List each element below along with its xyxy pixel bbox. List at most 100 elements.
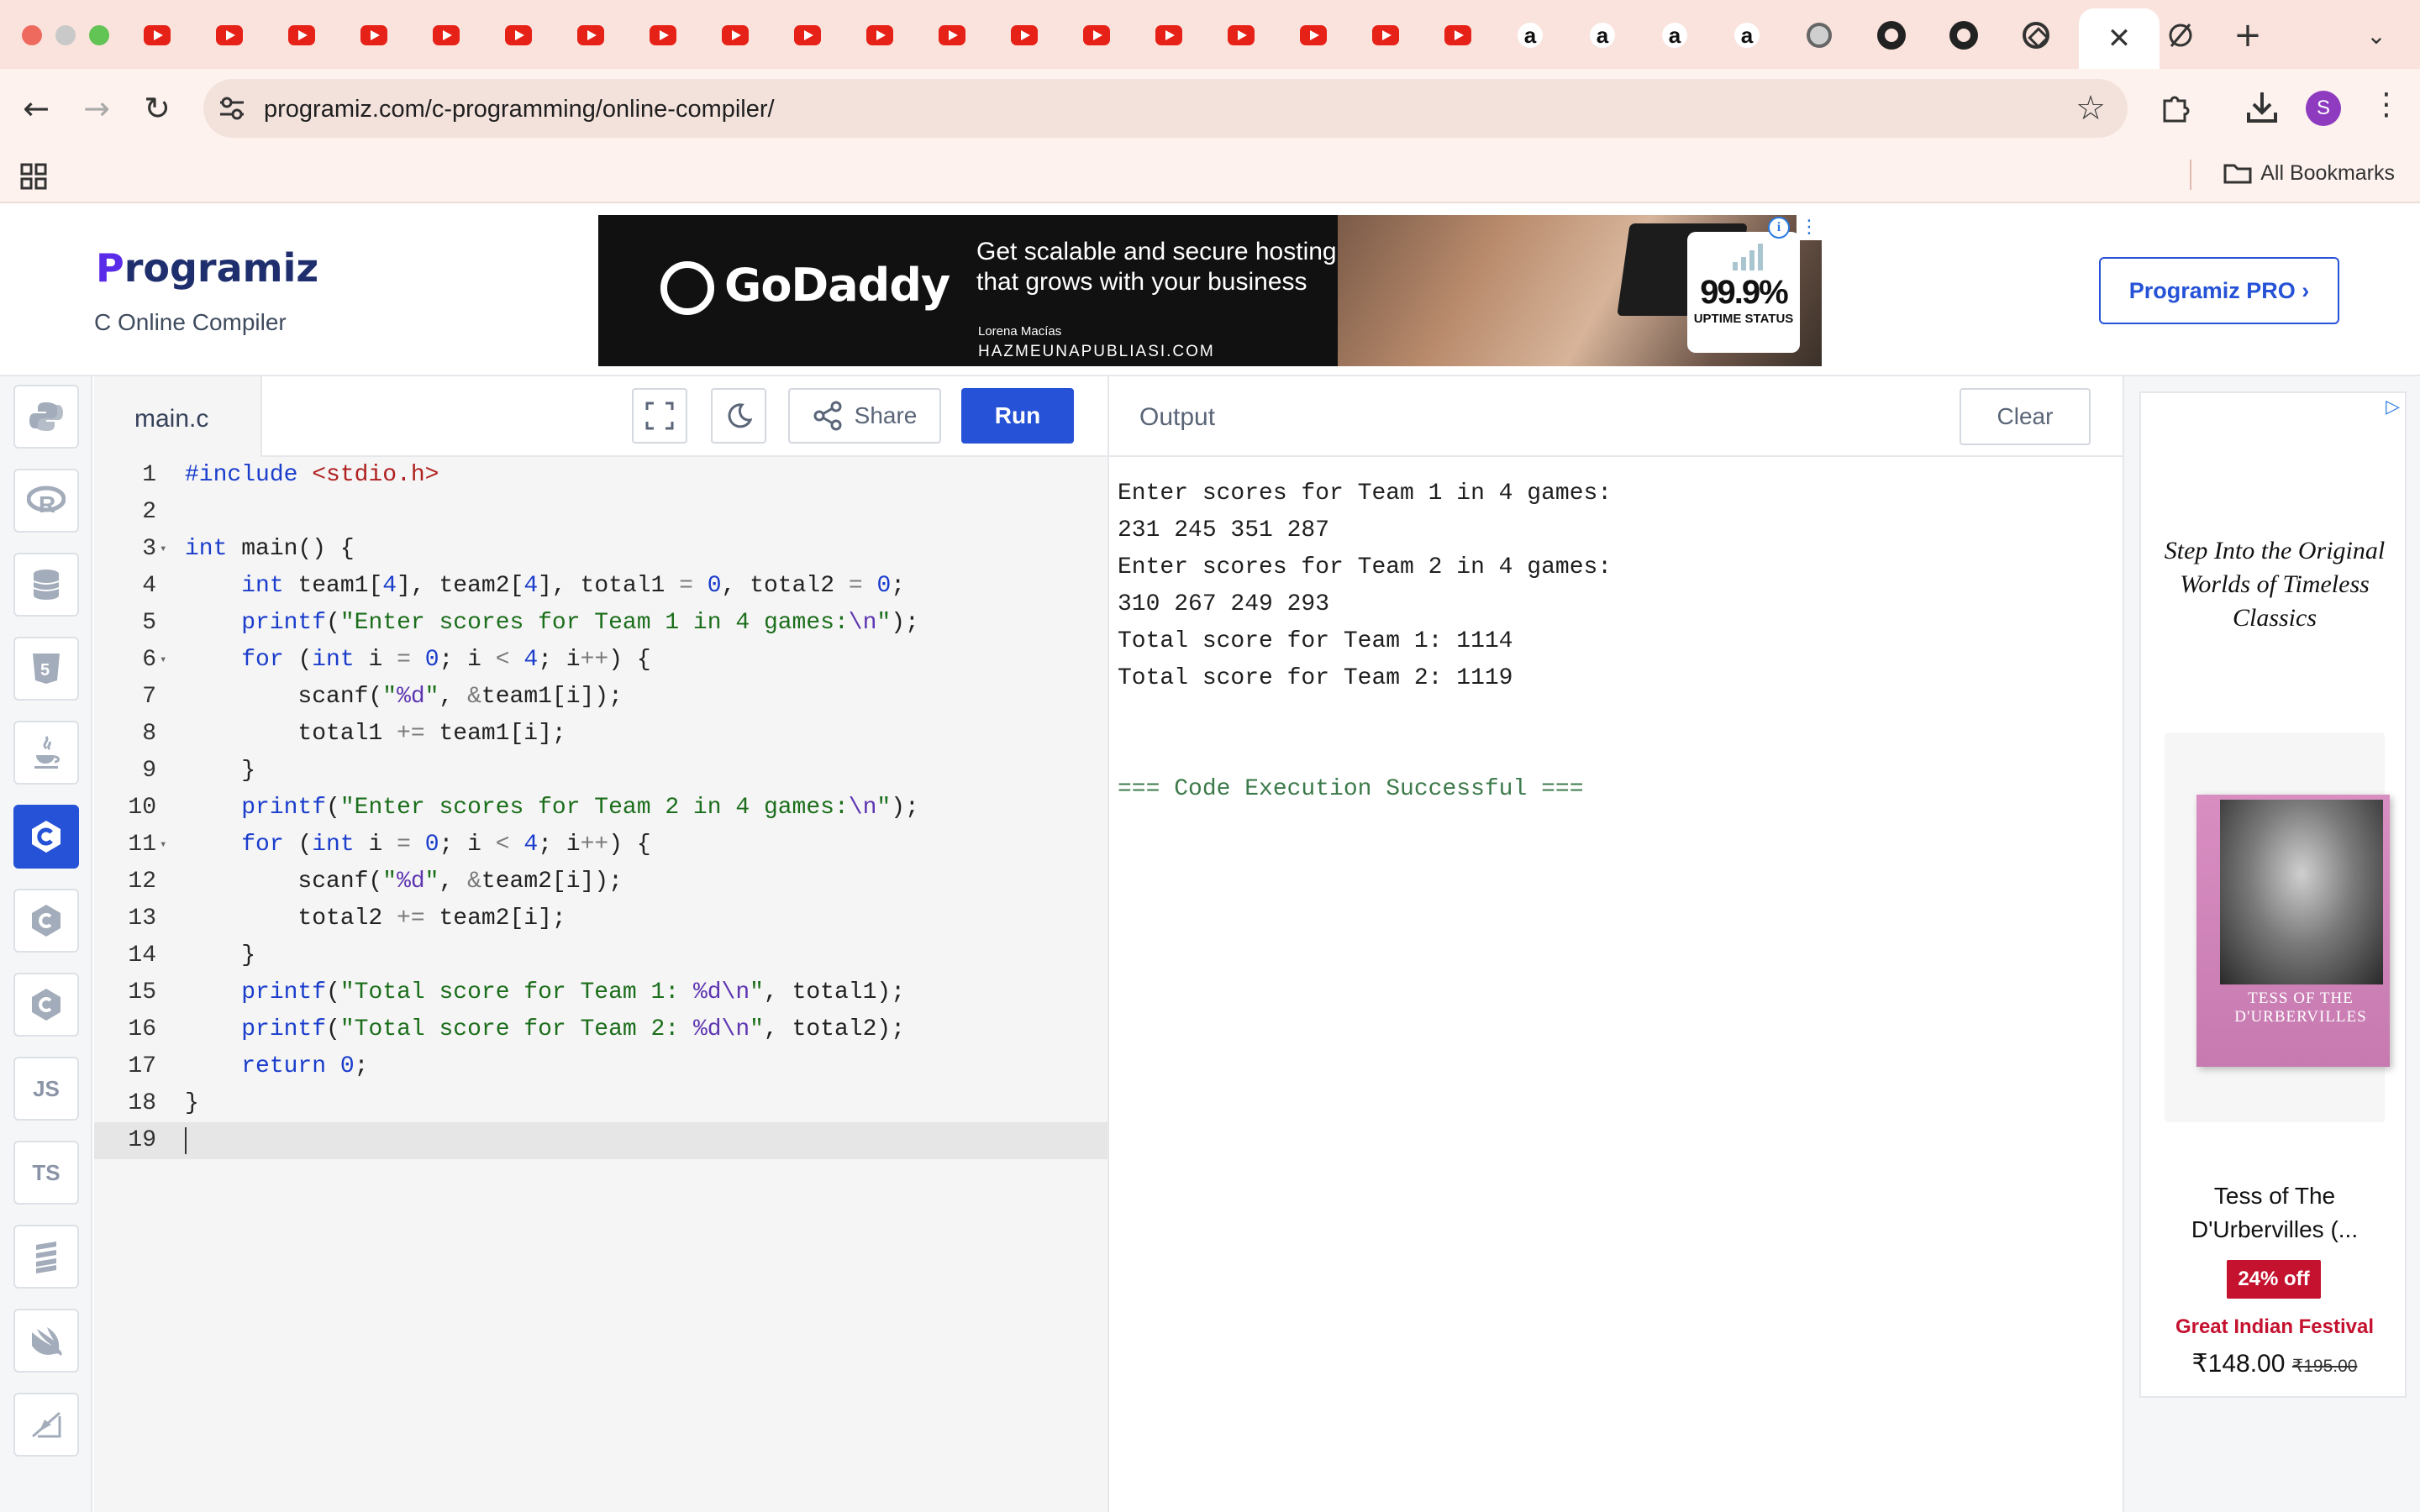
code-line[interactable]: 4 int team1[4], team2[4], total1 = 0, to…	[94, 568, 1107, 605]
youtube-icon	[1372, 25, 1399, 45]
book-cover-portrait	[2220, 800, 2383, 984]
fold-arrow-icon[interactable]: ▾	[160, 642, 166, 679]
code-line[interactable]: 1 #include <stdio.h>	[94, 457, 1107, 494]
lang-cpp-button[interactable]	[13, 889, 79, 953]
close-tab-icon[interactable]: ✕	[2107, 22, 2132, 55]
ad-info-icon[interactable]: i	[1768, 217, 1790, 239]
window-minimize-button[interactable]	[55, 25, 76, 45]
tab-globe[interactable]	[1783, 13, 1855, 57]
tab-youtube[interactable]	[121, 13, 193, 57]
tab-youtube[interactable]	[771, 13, 844, 57]
lang-java-button[interactable]	[13, 721, 79, 785]
download-icon[interactable]	[2245, 89, 2279, 124]
fold-arrow-icon[interactable]: ▾	[160, 531, 166, 568]
code-line[interactable]: 14 }	[94, 937, 1107, 974]
lang-go-button[interactable]	[13, 1225, 79, 1289]
code-line[interactable]: 18}	[94, 1085, 1107, 1122]
tab-amazon[interactable]: a	[1711, 13, 1783, 57]
tab-youtube[interactable]	[627, 13, 699, 57]
code-line[interactable]: 9 }	[94, 753, 1107, 790]
profile-avatar[interactable]: S	[2306, 91, 2341, 126]
lang-html-button[interactable]: 5	[13, 637, 79, 701]
fold-arrow-icon[interactable]: ▾	[160, 827, 166, 864]
code-line-current[interactable]: 19	[94, 1122, 1107, 1159]
tab-youtube[interactable]	[482, 13, 555, 57]
tab-youtube[interactable]	[193, 13, 266, 57]
code-line[interactable]: 6 ▾ for (int i = 0; i < 4; i++) {	[94, 642, 1107, 679]
tab-youtube[interactable]	[410, 13, 482, 57]
lang-c-button[interactable]	[13, 805, 79, 869]
forward-button[interactable]: →	[77, 89, 116, 128]
tab-amazon[interactable]: a	[1494, 13, 1566, 57]
reload-button[interactable]: ↻	[138, 89, 176, 128]
programiz-logo[interactable]: Programiz	[96, 245, 318, 291]
tab-youtube[interactable]	[1422, 13, 1494, 57]
window-close-button[interactable]	[22, 25, 42, 45]
tab-youtube[interactable]	[1133, 13, 1205, 57]
all-bookmarks-button[interactable]: All Bookmarks	[2223, 161, 2395, 186]
tab-youtube[interactable]	[338, 13, 410, 57]
lang-typescript-button[interactable]: TS	[13, 1141, 79, 1205]
address-bar[interactable]: programiz.com/c-programming/online-compi…	[203, 79, 2128, 138]
apps-grid-icon[interactable]	[20, 163, 47, 190]
new-tab-button[interactable]: +	[2212, 13, 2284, 57]
run-button[interactable]: Run	[961, 388, 1074, 444]
lang-python-button[interactable]	[13, 385, 79, 449]
code-line[interactable]: 11 ▾ for (int i = 0; i < 4; i++) {	[94, 827, 1107, 864]
code-line[interactable]: 10 printf("Enter scores for Team 2 in 4 …	[94, 790, 1107, 827]
tab-youtube[interactable]	[916, 13, 988, 57]
window-zoom-button[interactable]	[89, 25, 109, 45]
extensions-icon[interactable]	[2158, 91, 2191, 124]
lang-rust-button[interactable]	[13, 1393, 79, 1457]
tab-youtube[interactable]	[1349, 13, 1422, 57]
code-line[interactable]: 15 printf("Total score for Team 1: %d\n"…	[94, 974, 1107, 1011]
lang-swift-button[interactable]	[13, 1309, 79, 1373]
theme-toggle-button[interactable]	[711, 388, 766, 444]
code-line[interactable]: 16 printf("Total score for Team 2: %d\n"…	[94, 1011, 1107, 1048]
code-line[interactable]: 13 total2 += team2[i];	[94, 900, 1107, 937]
top-banner-ad[interactable]: GoDaddy Get scalable and secure hosting …	[598, 215, 1822, 366]
tab-youtube[interactable]	[699, 13, 771, 57]
tab-youtube[interactable]	[1205, 13, 1277, 57]
lang-sql-button[interactable]	[13, 553, 79, 617]
tab-search-button[interactable]: ⌄	[2349, 13, 2403, 57]
bookmark-star-icon[interactable]: ☆	[2075, 89, 2106, 128]
tab-other[interactable]	[2144, 13, 2217, 57]
tab-youtube[interactable]	[555, 13, 627, 57]
code-line[interactable]: 5 printf("Enter scores for Team 1 in 4 g…	[94, 605, 1107, 642]
browser-menu-icon[interactable]: ⋮	[2371, 87, 2402, 122]
tab-youtube[interactable]	[844, 13, 916, 57]
tab-amazon[interactable]: a	[1639, 13, 1711, 57]
file-tab-main-c[interactable]: main.c	[94, 376, 262, 457]
code-line[interactable]: 17 return 0;	[94, 1048, 1107, 1085]
tab-amazon[interactable]: a	[1566, 13, 1639, 57]
fullscreen-button[interactable]	[632, 388, 687, 444]
back-button[interactable]: ←	[17, 89, 55, 128]
clear-button[interactable]: Clear	[1960, 388, 2091, 445]
tab-chatgpt[interactable]	[2000, 13, 2072, 57]
share-button[interactable]: Share	[788, 388, 941, 444]
lang-javascript-button[interactable]: JS	[13, 1057, 79, 1121]
side-product-ad[interactable]: ▷ Step Into the Original Worlds of Timel…	[2139, 391, 2407, 1398]
tab-github[interactable]	[1928, 13, 2000, 57]
programiz-pro-button[interactable]: Programiz PRO ›	[2099, 257, 2339, 324]
code-line[interactable]: 12 scanf("%d", &team2[i]);	[94, 864, 1107, 900]
url-text[interactable]: programiz.com/c-programming/online-compi…	[264, 96, 775, 123]
tab-youtube[interactable]	[1277, 13, 1349, 57]
code-line[interactable]: 2	[94, 494, 1107, 531]
code-line[interactable]: 7 scanf("%d", &team1[i]);	[94, 679, 1107, 716]
tab-youtube[interactable]	[266, 13, 338, 57]
product-name[interactable]: Tess of The D'Urbervilles (...	[2158, 1179, 2391, 1247]
ad-menu-icon[interactable]: ⋮	[1797, 215, 1822, 240]
ad-choices-icon[interactable]: ▷	[2386, 396, 2400, 417]
youtube-icon	[1228, 25, 1255, 45]
code-line[interactable]: 3 ▾ int main() {	[94, 531, 1107, 568]
tab-youtube[interactable]	[988, 13, 1060, 57]
tab-youtube[interactable]	[1060, 13, 1133, 57]
lang-r-button[interactable]: R	[13, 469, 79, 533]
tab-github[interactable]	[1855, 13, 1928, 57]
code-line[interactable]: 8 total1 += team1[i];	[94, 716, 1107, 753]
product-image-frame[interactable]: TESS OF THE D'URBERVILLES	[2165, 732, 2390, 1122]
code-area[interactable]: 1 #include <stdio.h> 2 3 ▾ int main() { 4 i…	[94, 457, 1107, 1512]
lang-csharp-button[interactable]	[13, 973, 79, 1037]
